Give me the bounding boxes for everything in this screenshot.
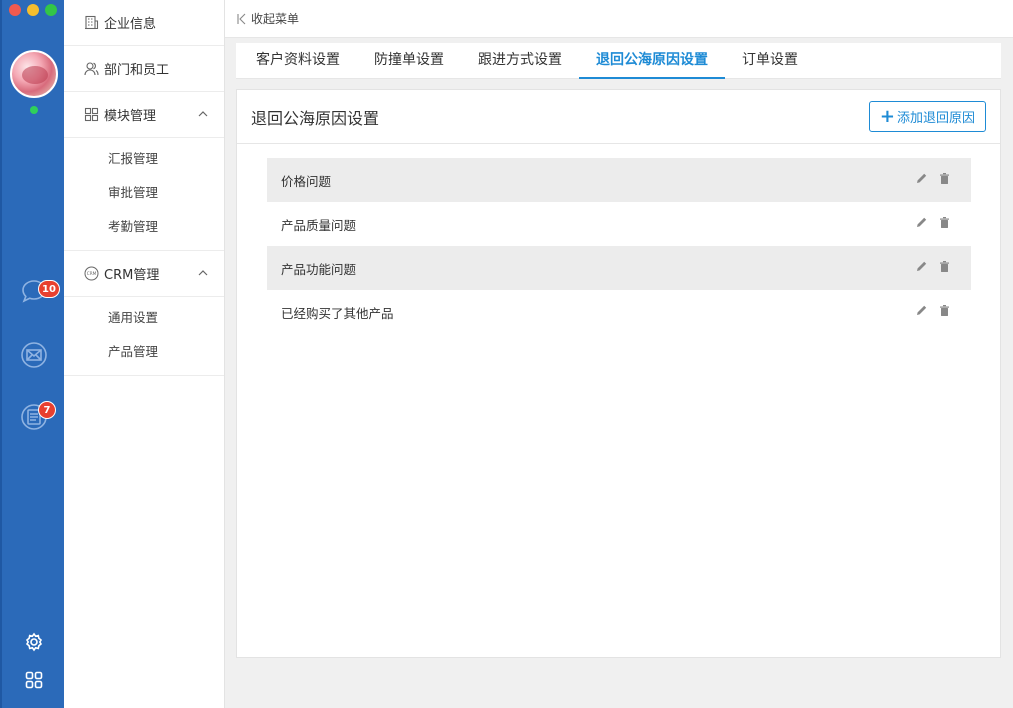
online-status-dot	[30, 106, 38, 114]
panel-header: 退回公海原因设置 + 添加退回原因	[237, 90, 1000, 144]
svg-text:CRM: CRM	[87, 271, 97, 276]
reasons-list: 价格问题 产品质量问题 产品功能问题 已经购买了其他产品	[267, 158, 971, 334]
panel-title: 退回公海原因设置	[251, 108, 380, 128]
return-reasons-panel: 退回公海原因设置 + 添加退回原因 价格问题 产品质量问题 产品功能问题 已经购…	[236, 89, 1001, 658]
sidebar-item-label: 部门和员工	[104, 63, 170, 78]
list-item: 产品质量问题	[267, 202, 971, 246]
sidebar-item-modules[interactable]: 模块管理	[64, 92, 224, 138]
modules-grid-icon	[84, 107, 99, 122]
row-actions	[915, 172, 951, 185]
sidebar-item-label: 企业信息	[104, 17, 157, 32]
edit-pencil-icon[interactable]	[915, 172, 928, 185]
chat-unread-badge: 10	[38, 280, 60, 298]
reason-label: 产品质量问题	[281, 217, 357, 233]
row-actions	[915, 304, 951, 317]
avatar[interactable]	[10, 50, 58, 98]
sidebar-item-label: CRM管理	[104, 268, 160, 283]
chevron-up-icon[interactable]	[198, 268, 208, 278]
tab-customer-info[interactable]: 客户资料设置	[239, 43, 357, 79]
settings-icon[interactable]	[24, 632, 44, 652]
sidebar-subitem-product-management[interactable]: 产品管理	[64, 335, 224, 369]
users-icon	[84, 61, 99, 76]
edit-pencil-icon[interactable]	[915, 304, 928, 317]
delete-trash-icon[interactable]	[938, 260, 951, 273]
sidebar-item-crm[interactable]: CRM CRM管理	[64, 251, 224, 297]
apps-grid-icon[interactable]	[24, 670, 44, 690]
sidebar-subitem-approvals[interactable]: 审批管理	[64, 176, 224, 210]
maximize-window-button[interactable]	[45, 4, 57, 16]
building-icon	[84, 15, 99, 30]
sidebar-subitem-attendance[interactable]: 考勤管理	[64, 210, 224, 244]
delete-trash-icon[interactable]	[938, 304, 951, 317]
reason-label: 已经购买了其他产品	[281, 305, 394, 321]
edit-pencil-icon[interactable]	[915, 260, 928, 273]
sidebar-item-company-info[interactable]: 企业信息	[64, 0, 224, 46]
sidebar-item-departments[interactable]: 部门和员工	[64, 46, 224, 92]
row-actions	[915, 216, 951, 229]
notes-unread-badge: 7	[38, 401, 56, 419]
collapse-menu-icon[interactable]	[237, 13, 247, 25]
crm-icon: CRM	[84, 266, 99, 281]
sidebar-subitem-reports[interactable]: 汇报管理	[64, 142, 224, 176]
window-controls	[9, 4, 57, 16]
reason-label: 价格问题	[281, 173, 332, 189]
mail-icon[interactable]	[19, 340, 49, 370]
settings-sidebar: 企业信息 部门和员工 模块管理 汇报管理 审批管理 考勤管理 CRM CRM管理…	[64, 0, 225, 708]
add-button-label: 添加退回原因	[896, 111, 975, 126]
tab-anti-collision[interactable]: 防撞单设置	[357, 43, 461, 79]
tab-follow-up-methods[interactable]: 跟进方式设置	[461, 43, 579, 79]
edit-pencil-icon[interactable]	[915, 216, 928, 229]
list-item: 产品功能问题	[267, 246, 971, 290]
collapse-menu-link[interactable]: 收起菜单	[251, 10, 299, 27]
delete-trash-icon[interactable]	[938, 172, 951, 185]
minimize-window-button[interactable]	[27, 4, 39, 16]
app-rail: 10 7	[0, 0, 64, 708]
plus-icon: +	[879, 105, 895, 127]
add-return-reason-button[interactable]: + 添加退回原因	[868, 101, 986, 132]
row-actions	[915, 260, 951, 273]
sidebar-item-label: 模块管理	[104, 109, 157, 124]
list-item: 已经购买了其他产品	[267, 290, 971, 334]
chevron-up-icon[interactable]	[198, 109, 208, 119]
reason-label: 产品功能问题	[281, 261, 357, 277]
tab-order-settings[interactable]: 订单设置	[725, 43, 815, 79]
close-window-button[interactable]	[9, 4, 21, 16]
list-item: 价格问题	[267, 158, 971, 202]
top-bar: 收起菜单	[225, 0, 1013, 38]
tab-return-reasons[interactable]: 退回公海原因设置	[579, 43, 725, 79]
sidebar-subitem-general-settings[interactable]: 通用设置	[64, 301, 224, 335]
settings-tabs: 客户资料设置 防撞单设置 跟进方式设置 退回公海原因设置 订单设置	[236, 43, 1001, 79]
crm-submenu: 通用设置 产品管理	[64, 297, 224, 376]
modules-submenu: 汇报管理 审批管理 考勤管理	[64, 138, 224, 251]
delete-trash-icon[interactable]	[938, 216, 951, 229]
